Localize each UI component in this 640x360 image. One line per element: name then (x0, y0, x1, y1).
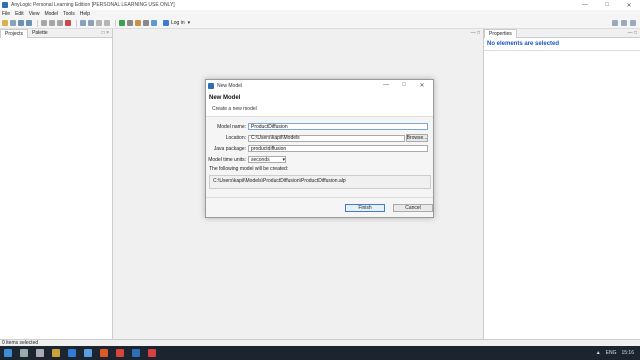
right-panel-tabs: Properties — □ (484, 28, 640, 38)
browse-button[interactable]: Browse... (406, 134, 428, 142)
windows-start-icon[interactable] (4, 349, 12, 357)
stop-icon[interactable] (143, 20, 149, 26)
time-units-select[interactable]: seconds ▾ (248, 156, 286, 163)
created-path-box: C:\Users\kapil\Models\ProductDiffusion\P… (209, 175, 431, 189)
tab-properties-label: Properties (489, 30, 512, 37)
anylogic-logo-icon (2, 2, 8, 8)
dialog-title: New Model (217, 83, 243, 89)
paste-icon[interactable] (57, 20, 63, 26)
maximize-icon[interactable]: □ (395, 82, 413, 89)
properties-panel: Properties — □ No elements are selected (483, 28, 640, 339)
tab-properties[interactable]: Properties (484, 28, 517, 38)
build-icon[interactable] (104, 20, 110, 26)
cancel-button[interactable]: Cancel (393, 204, 433, 212)
minimize-icon[interactable]: — (377, 82, 395, 89)
login-button[interactable]: Log in ▾ (163, 20, 190, 26)
panel-controls[interactable]: — □ (628, 30, 637, 36)
clock[interactable]: 15:16 (621, 350, 634, 356)
redo-icon[interactable] (88, 20, 94, 26)
finish-button[interactable]: Finish (345, 204, 385, 212)
run-dropdown-icon[interactable] (127, 20, 133, 26)
system-tray: ▲ ENG 15:16 (591, 346, 634, 360)
window-title: AnyLogic Personal Learning Edition [PERS… (11, 2, 175, 8)
creation-info-text: The following model will be created: (209, 166, 289, 172)
cut-icon[interactable] (41, 20, 47, 26)
toolbar-separator (76, 19, 77, 27)
new-model-dialog: New Model — □ ✕ New Model Create a new m… (205, 79, 434, 218)
no-selection-message: No elements are selected (484, 38, 640, 51)
recorder-icon[interactable] (148, 349, 156, 357)
export-icon[interactable] (151, 20, 157, 26)
projects-panel: Projects Palette □ × (0, 28, 113, 339)
copy-icon[interactable] (49, 20, 55, 26)
dialog-header: New Model Create a new model (206, 92, 433, 117)
edge-icon[interactable] (68, 349, 76, 357)
delete-icon[interactable] (65, 20, 71, 26)
toolbar-separator (37, 19, 38, 27)
undo-icon[interactable] (80, 20, 86, 26)
minimize-icon[interactable]: — (574, 0, 596, 10)
chrome-icon[interactable] (116, 349, 124, 357)
run-icon[interactable] (119, 20, 125, 26)
user-icon (163, 20, 169, 26)
anylogic-taskbar-icon[interactable] (132, 349, 140, 357)
login-label: Log in (171, 20, 185, 26)
perspective-icon[interactable] (621, 20, 627, 26)
chevron-down-icon: ▾ (282, 156, 285, 163)
model-name-input[interactable]: ProductDiffusion (248, 123, 428, 130)
open-icon[interactable] (10, 20, 16, 26)
store-icon[interactable] (84, 349, 92, 357)
search-icon[interactable] (20, 349, 28, 357)
debug-icon[interactable] (135, 20, 141, 26)
tab-palette[interactable]: Palette (28, 29, 52, 38)
toolbar: Log in ▾ (0, 18, 640, 29)
location-input[interactable]: C:\Users\kapil\Models (248, 134, 405, 142)
dialog-heading: New Model (209, 95, 241, 101)
save-all-icon[interactable] (26, 20, 32, 26)
panel-controls[interactable]: □ × (102, 30, 109, 36)
menu-help[interactable]: Help (80, 11, 90, 17)
tab-projects[interactable]: Projects (0, 28, 29, 38)
close-icon[interactable]: ✕ (413, 82, 431, 89)
perspective-switcher (609, 20, 636, 26)
office-icon[interactable] (100, 349, 108, 357)
model-name-label: Model name: (217, 123, 246, 130)
anylogic-logo-icon (208, 83, 214, 89)
time-units-label: Model time units: (208, 156, 246, 163)
language-indicator[interactable]: ENG (606, 350, 617, 356)
menu-model[interactable]: Model (44, 11, 58, 17)
title-bar: AnyLogic Personal Learning Edition [PERS… (0, 0, 640, 10)
task-view-icon[interactable] (36, 349, 44, 357)
menu-view[interactable]: View (29, 11, 40, 17)
new-icon[interactable] (2, 20, 8, 26)
time-units-value: seconds (251, 156, 270, 163)
tab-projects-label: Projects (5, 30, 24, 37)
zoom-icon[interactable] (96, 20, 102, 26)
menu-tools[interactable]: Tools (63, 11, 75, 17)
taskbar: ▲ ENG 15:16 (0, 346, 640, 360)
dialog-title-bar: New Model — □ ✕ (206, 80, 433, 92)
editor-controls[interactable]: — □ (471, 30, 480, 36)
menu-file[interactable]: File (2, 11, 10, 17)
perspective-icon[interactable] (612, 20, 618, 26)
save-icon[interactable] (18, 20, 24, 26)
tray-icons[interactable]: ▲ (596, 350, 601, 356)
left-panel-tabs: Projects Palette □ × (0, 28, 112, 38)
chevron-down-icon: ▾ (187, 20, 191, 26)
location-label: Location: (225, 135, 246, 141)
status-bar: 0 items selected (0, 339, 640, 346)
dialog-footer: Finish Cancel (206, 197, 433, 217)
java-package-input[interactable]: productdiffusion (248, 145, 428, 152)
maximize-icon[interactable]: □ (596, 0, 618, 10)
dialog-subtitle: Create a new model (212, 106, 257, 112)
close-icon[interactable]: ✕ (618, 0, 640, 10)
tab-palette-label: Palette (32, 30, 48, 36)
perspective-icon[interactable] (630, 20, 636, 26)
menu-edit[interactable]: Edit (15, 11, 24, 17)
java-package-label: Java package: (213, 145, 246, 152)
toolbar-separator (115, 19, 116, 27)
created-path-text: C:\Users\kapil\Models\ProductDiffusion\P… (213, 178, 346, 184)
file-explorer-icon[interactable] (52, 349, 60, 357)
menu-bar: File Edit View Model Tools Help (0, 10, 640, 18)
